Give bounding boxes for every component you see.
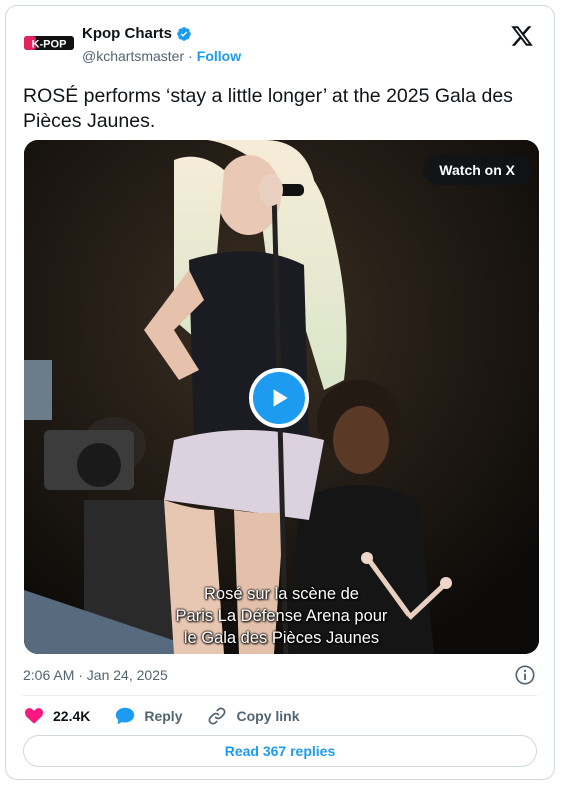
tweet-text: ROSÉ performs ‘stay a little longer’ at … (23, 85, 513, 132)
handle-row: @kchartsmaster · Follow (82, 48, 241, 64)
read-replies-button[interactable]: Read 367 replies (23, 735, 537, 767)
video-player[interactable]: Watch on X Rosé sur la scène de Paris La… (24, 140, 539, 654)
copy-link-label: Copy link (236, 708, 300, 724)
subtitle-line-3: le Gala des Pièces Jaunes (183, 629, 380, 647)
play-button[interactable] (249, 368, 309, 428)
tweet-card: K-POP Kpop Charts @kchartsmaster · Follo… (5, 5, 555, 780)
info-icon[interactable] (514, 664, 536, 686)
separator-dot: · (188, 48, 193, 64)
x-logo-icon[interactable] (510, 24, 534, 48)
author-name-row[interactable]: Kpop Charts (82, 25, 192, 42)
divider (23, 695, 537, 696)
heart-icon (24, 708, 44, 724)
verified-badge-icon (177, 26, 191, 41)
author-handle[interactable]: @kchartsmaster (82, 48, 184, 64)
reply-button[interactable]: Reply (114, 705, 182, 727)
like-button[interactable]: 22.4K (23, 705, 90, 727)
reply-bubble-icon (116, 707, 135, 725)
kpop-logo[interactable]: K-POP (24, 34, 74, 52)
follow-button[interactable]: Follow (197, 48, 241, 64)
watch-on-x-button[interactable]: Watch on X (423, 155, 531, 185)
copy-link-button[interactable]: Copy link (206, 705, 300, 727)
author-name[interactable]: Kpop Charts (82, 25, 172, 42)
subtitle-line-1: Rosé sur la scène de (203, 585, 359, 603)
like-count: 22.4K (53, 708, 91, 724)
tweet-timestamp[interactable]: 2:06 AM · Jan 24, 2025 (23, 667, 168, 683)
action-bar: 22.4K Reply Copy link (23, 705, 324, 727)
subtitle-line-2: Paris La Défense Arena pour (175, 607, 388, 625)
reply-label: Reply (144, 708, 183, 724)
link-icon (208, 707, 226, 725)
play-icon (273, 389, 288, 407)
logo-text: K-POP (32, 39, 67, 51)
